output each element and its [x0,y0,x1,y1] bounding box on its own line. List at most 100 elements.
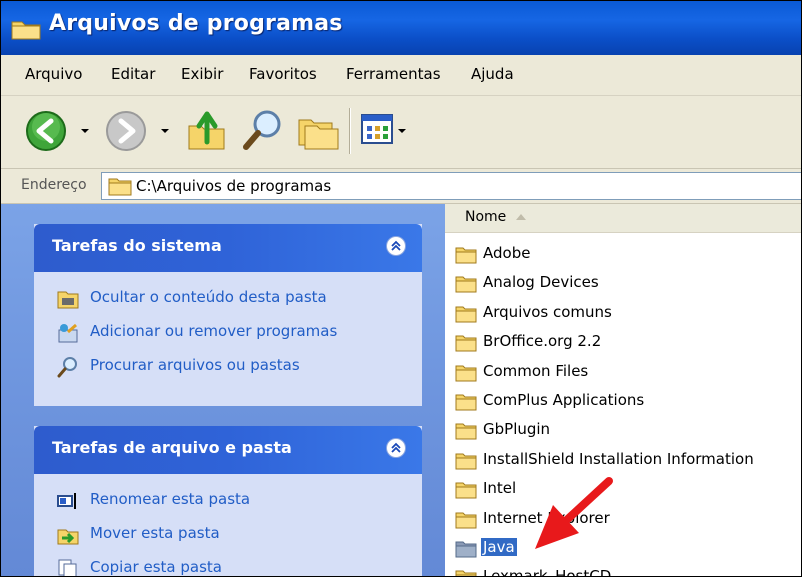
back-button[interactable] [25,110,67,156]
file-item[interactable]: Internet Explorer [455,507,795,533]
file-item[interactable]: Common Files [455,360,795,386]
file-item-label: GbPlugin [483,420,551,439]
file-list: Nome Adobe Analog Devices Arquivos comuns B… [445,204,801,576]
file-item-label: Java [481,538,517,556]
file-item[interactable]: Java [455,536,795,562]
folder-icon [455,482,477,499]
file-item[interactable]: Adobe [455,242,795,268]
up-folder-icon [188,111,225,150]
file-tasks-title: Tarefas de arquivo e pasta [52,438,292,457]
folder-icon-wrap [455,275,477,297]
folder-icon [455,394,477,411]
folder-icon-wrap [455,569,477,576]
menu-favoritos[interactable]: Favoritos [249,65,317,83]
system-tasks-panel: Tarefas do sistema Ocultar o conteúdo de… [34,224,422,406]
column-name-label: Nome [465,209,507,225]
file-tasks-panel: Tarefas de arquivo e pasta Renomear esta… [34,426,422,576]
collapse-button[interactable] [386,438,406,458]
folder-icon-wrap [455,452,477,474]
task-label: Copiar esta pasta [90,558,222,576]
search-button[interactable] [241,108,285,156]
folders-icon [298,119,339,150]
folder-icon [455,541,477,558]
copy-icon [58,559,77,576]
task-label: Renomear esta pasta [90,490,251,508]
file-tasks-header[interactable]: Tarefas de arquivo e pasta [34,426,422,474]
address-label: Endereço [21,177,87,193]
views-icon [361,114,393,144]
file-item[interactable]: InstallShield Installation Information [455,448,795,474]
file-item[interactable]: Analog Devices [455,271,795,297]
task-label: Mover esta pasta [90,524,220,542]
folder-icon-wrap [455,511,477,533]
title-bar[interactable]: Arquivos de programas [1,1,801,55]
file-item-label: Adobe [483,244,531,262]
menu-editar[interactable]: Editar [111,65,155,83]
system-tasks-title: Tarefas do sistema [52,236,222,255]
task-label: Ocultar o conteúdo desta pasta [90,288,327,306]
file-item-label: BrOffice.org 2.2 [483,332,602,351]
folder-icon-wrap [455,540,477,562]
system-tasks-header[interactable]: Tarefas do sistema [34,224,422,272]
folder-icon-wrap [455,305,477,327]
file-item-label: ComPlus Applications [483,391,645,409]
views-button[interactable] [361,114,393,148]
folder-icon [455,453,477,470]
task-pane: Tarefas do sistema Ocultar o conteúdo de… [1,204,445,576]
chevron-up-icon [391,442,401,453]
forward-arrow-icon [106,111,146,151]
column-header-name[interactable]: Nome [445,204,801,233]
file-item-label: Analog Devices [483,273,599,292]
search-magnifier-icon [243,110,281,150]
forward-button[interactable] [105,110,147,156]
folder-icon [455,247,477,264]
forward-dropdown-icon[interactable] [161,129,169,133]
task-label: Adicionar ou remover programas [90,322,338,340]
menu-arquivo[interactable]: Arquivo [25,65,82,83]
folder-icon-wrap [455,334,477,356]
menu-bar: Arquivo Editar Exibir Favoritos Ferramen… [1,55,801,96]
toolbar-separator [349,108,350,154]
toolbar [1,96,801,169]
rename-icon [57,493,76,509]
back-dropdown-icon[interactable] [81,129,89,133]
file-item-label: Arquivos comuns [483,302,612,321]
file-item[interactable]: Lexmark_HostCD [455,565,795,577]
file-item-label: Lexmark_HostCD [483,567,612,577]
folder-icon-wrap [455,364,477,386]
add-remove-programs-icon [58,323,78,343]
file-item[interactable]: GbPlugin [455,418,795,444]
address-input[interactable]: C:\Arquivos de programas [101,172,801,200]
file-item[interactable]: BrOffice.org 2.2 [455,330,795,356]
folders-button[interactable] [297,108,341,156]
folder-icon-wrap [455,393,477,415]
collapse-button[interactable] [386,236,406,256]
folder-icon [108,178,132,196]
folder-icon-wrap [455,481,477,503]
window-title: Arquivos de programas [49,11,343,36]
up-button[interactable] [187,108,227,156]
views-dropdown-icon[interactable] [398,129,406,133]
file-item-label: Internet Explorer [483,508,610,527]
file-item-label: InstallShield Installation Information [483,449,754,468]
file-item-label: Common Files [483,361,589,380]
folder-icon-wrap [455,422,477,444]
menu-ferramentas[interactable]: Ferramentas [346,65,441,83]
file-item[interactable]: ComPlus Applications [455,389,795,415]
menu-exibir[interactable]: Exibir [181,65,223,83]
menu-ajuda[interactable]: Ajuda [471,65,514,83]
folder-icon [455,570,477,576]
folder-icon [455,423,477,440]
sort-ascending-icon [516,214,526,220]
file-item-label: Intel [483,479,517,498]
back-arrow-icon [26,111,66,151]
address-bar: Endereço C:\Arquivos de programas [1,169,801,204]
hide-contents-icon [57,291,79,309]
folder-icon [455,306,477,323]
folder-icon [455,512,477,529]
file-item[interactable]: Intel [455,477,795,503]
file-item[interactable]: Arquivos comuns [455,301,795,327]
task-label: Procurar arquivos ou pastas [90,356,300,374]
folder-icon [455,335,477,352]
explorer-window: Arquivos de programas Arquivo Editar Exi… [0,0,802,577]
